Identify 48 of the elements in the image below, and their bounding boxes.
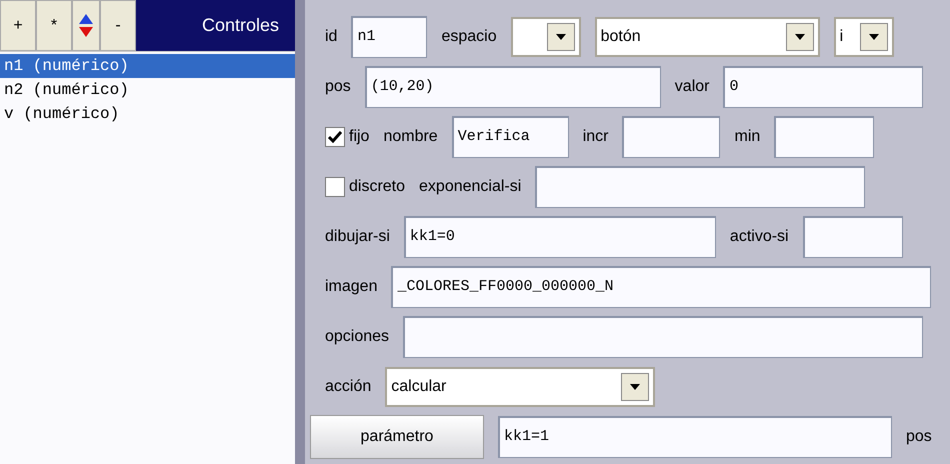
text-field[interactable] (774, 116, 874, 158)
dropdown[interactable]: botón (594, 17, 820, 57)
dropdown-arrow-icon (630, 384, 640, 390)
field-label: pos (906, 427, 932, 447)
up-arrow-icon (79, 14, 93, 24)
list-item[interactable]: n2 (numérico) (0, 78, 295, 102)
toolbar-button[interactable]: * (36, 0, 72, 51)
field-label: id (325, 27, 338, 47)
text-field[interactable] (403, 316, 924, 358)
field-label: opciones (325, 327, 390, 347)
field-label: espacio (441, 27, 497, 47)
text-field[interactable]: _COLORES_FF0000_000000_N (391, 266, 932, 308)
list-item[interactable]: v (numérico) (0, 102, 295, 126)
field-label: exponencial-si (419, 177, 522, 197)
toolbar-button[interactable]: + (0, 0, 36, 51)
text-field[interactable] (622, 116, 720, 158)
dropdown-arrow-icon (556, 34, 566, 40)
text-field[interactable]: (10,20) (364, 66, 661, 108)
checkbox[interactable]: discreto (325, 175, 406, 199)
field-label: incr (582, 127, 608, 147)
text-field[interactable]: kk1=1 (498, 416, 892, 458)
panel-title: Controles (200, 14, 280, 37)
field-label: min (734, 127, 760, 147)
text-field[interactable]: Verifica (452, 116, 569, 158)
dropdown[interactable]: i (834, 17, 894, 57)
field-label: pos (325, 77, 351, 97)
move-up-down-button[interactable] (72, 0, 100, 51)
text-field[interactable]: n1 (351, 16, 428, 58)
field-label: imagen (325, 277, 378, 297)
field-label: activo-si (730, 227, 789, 247)
dropdown-arrow-icon (794, 34, 805, 40)
text-field[interactable] (535, 166, 866, 208)
field-label: dibujar-si (325, 227, 390, 247)
dropdown[interactable] (510, 17, 581, 57)
text-field[interactable] (802, 216, 903, 258)
text-field[interactable]: 0 (723, 66, 924, 108)
dropdown-arrow-icon (868, 34, 879, 40)
checkbox[interactable]: fijo (325, 125, 370, 149)
parameter-button[interactable]: parámetro (310, 415, 484, 459)
list-item[interactable]: n1 (numérico) (0, 54, 295, 78)
checkmark-icon (328, 131, 342, 143)
down-arrow-icon (79, 27, 93, 37)
field-label: nombre (383, 127, 438, 147)
text-field[interactable]: kk1=0 (404, 216, 716, 258)
dropdown[interactable]: calcular (385, 367, 656, 407)
field-label: valor (674, 77, 710, 97)
toolbar-button[interactable]: - (100, 0, 136, 51)
field-label: acción (325, 377, 372, 397)
